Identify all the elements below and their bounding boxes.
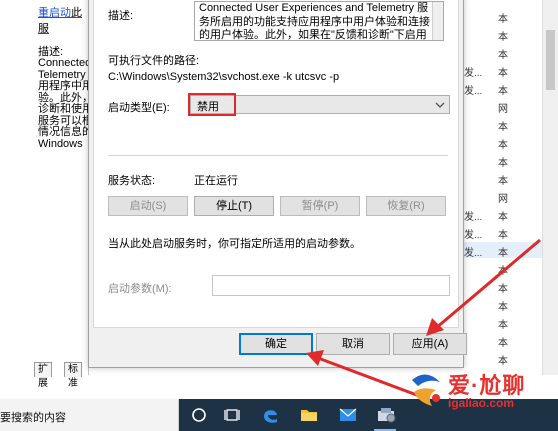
list-item-logon: 本 bbox=[498, 50, 508, 61]
scrollbar-thumb[interactable] bbox=[546, 30, 555, 90]
list-item-logon: 本 bbox=[498, 356, 508, 367]
description-box[interactable]: Connected User Experiences and Telemetry… bbox=[194, 1, 444, 41]
list-item-status: 发... bbox=[464, 86, 483, 97]
divider bbox=[108, 155, 448, 156]
bg-description-text: Connected Telemetry 用程序中用 验。此外， 诊断和使用 服务… bbox=[38, 58, 90, 150]
edge-browser-icon[interactable] bbox=[254, 399, 288, 431]
restart-link-text[interactable]: 重启动 bbox=[38, 7, 71, 19]
start-params-input[interactable] bbox=[212, 275, 450, 296]
file-explorer-icon[interactable] bbox=[292, 399, 326, 431]
description-text: Connected User Experiences and Telemetry… bbox=[199, 2, 430, 41]
watermark-domain: igaliao.com bbox=[448, 396, 515, 410]
start-params-label: 启动参数(M): bbox=[108, 283, 172, 295]
general-tab-panel: 描述: Connected User Experiences and Telem… bbox=[93, 0, 459, 328]
services-list-scrollbar[interactable] bbox=[542, 0, 558, 375]
apply-button[interactable]: 应用(A) bbox=[393, 333, 467, 355]
list-item-logon: 本 bbox=[498, 320, 508, 331]
restart-service-link[interactable]: 重启动此服 bbox=[38, 4, 88, 36]
list-item-logon: 本 bbox=[498, 212, 508, 223]
tab-extended[interactable]: 扩展 bbox=[34, 362, 52, 389]
bg-desc-line: Windows bbox=[38, 137, 83, 150]
site-watermark: 爱·尬聊 igaliao.com bbox=[404, 366, 558, 414]
list-item-logon: 网 bbox=[498, 104, 508, 115]
bg-desc-line: Connected bbox=[38, 58, 90, 69]
resume-button[interactable]: 恢复(R) bbox=[366, 196, 446, 216]
list-item-logon: 本 bbox=[498, 86, 508, 97]
bg-description-label: 描述: bbox=[38, 46, 64, 58]
startup-type-select[interactable]: 禁用 bbox=[190, 95, 450, 114]
bg-desc-line: 情况信息的 bbox=[38, 126, 90, 138]
list-item-logon: 本 bbox=[498, 14, 508, 25]
stop-button[interactable]: 停止(T) bbox=[194, 196, 274, 216]
list-item-logon: 本 bbox=[498, 122, 508, 133]
description-label: 描述: bbox=[108, 10, 134, 22]
list-item-status: 发... bbox=[464, 248, 483, 259]
list-item-logon: 本 bbox=[498, 158, 508, 169]
tab-standard[interactable]: 标准 bbox=[64, 362, 82, 389]
task-view-circle-icon[interactable] bbox=[182, 399, 216, 431]
exe-path-value: C:\Windows\System32\svchost.exe -k utcsv… bbox=[108, 71, 340, 83]
service-properties-dialog: 描述: Connected User Experiences and Telem… bbox=[88, 0, 467, 368]
services-app-icon[interactable] bbox=[368, 399, 402, 431]
mail-icon[interactable] bbox=[330, 399, 364, 431]
list-item-logon: 本 bbox=[498, 248, 508, 259]
service-status-label: 服务状态: bbox=[108, 175, 156, 187]
bg-desc-line: 诊断和使用 bbox=[38, 103, 90, 115]
list-item-status: 发... bbox=[464, 68, 483, 79]
startup-type-label: 启动类型(E): bbox=[108, 102, 170, 114]
list-item-logon: 本 bbox=[498, 284, 508, 295]
start-params-hint: 当从此处启动服务时，你可指定所适用的启动参数。 bbox=[108, 238, 361, 250]
chevron-down-icon bbox=[435, 102, 445, 108]
ok-button[interactable]: 确定 bbox=[239, 333, 313, 355]
list-item-logon: 本 bbox=[498, 338, 508, 349]
list-item-logon: 本 bbox=[498, 266, 508, 277]
watermark-logo-icon bbox=[412, 374, 440, 406]
start-button[interactable]: 启动(S) bbox=[108, 196, 188, 216]
list-item-logon: 本 bbox=[498, 32, 508, 43]
list-item-logon: 本 bbox=[498, 302, 508, 313]
list-item-logon: 本 bbox=[498, 140, 508, 151]
pause-button[interactable]: 暂停(P) bbox=[280, 196, 360, 216]
cancel-button[interactable]: 取消 bbox=[316, 333, 390, 355]
bg-desc-line: 用程序中用 bbox=[38, 80, 90, 92]
task-view-icon[interactable] bbox=[216, 399, 250, 431]
list-item-logon: 本 bbox=[498, 230, 508, 241]
exe-path-label: 可执行文件的路径: bbox=[108, 55, 200, 67]
service-description-pane: 重启动此服 描述: Connected Telemetry 用程序中用 验。此外… bbox=[0, 0, 90, 375]
list-item-logon: 本 bbox=[498, 176, 508, 187]
list-item-status: 发... bbox=[464, 230, 483, 241]
list-item-logon: 网 bbox=[498, 194, 508, 205]
startup-type-value: 禁用 bbox=[197, 101, 219, 113]
search-placeholder: 要搜索的内容 bbox=[0, 412, 66, 424]
list-item-status: 发... bbox=[464, 212, 483, 223]
service-status-value: 正在运行 bbox=[194, 175, 238, 187]
description-scrollbar[interactable] bbox=[432, 2, 443, 40]
list-item-logon: 本 bbox=[498, 68, 508, 79]
taskbar-search-box[interactable]: 要搜索的内容 bbox=[0, 399, 179, 431]
